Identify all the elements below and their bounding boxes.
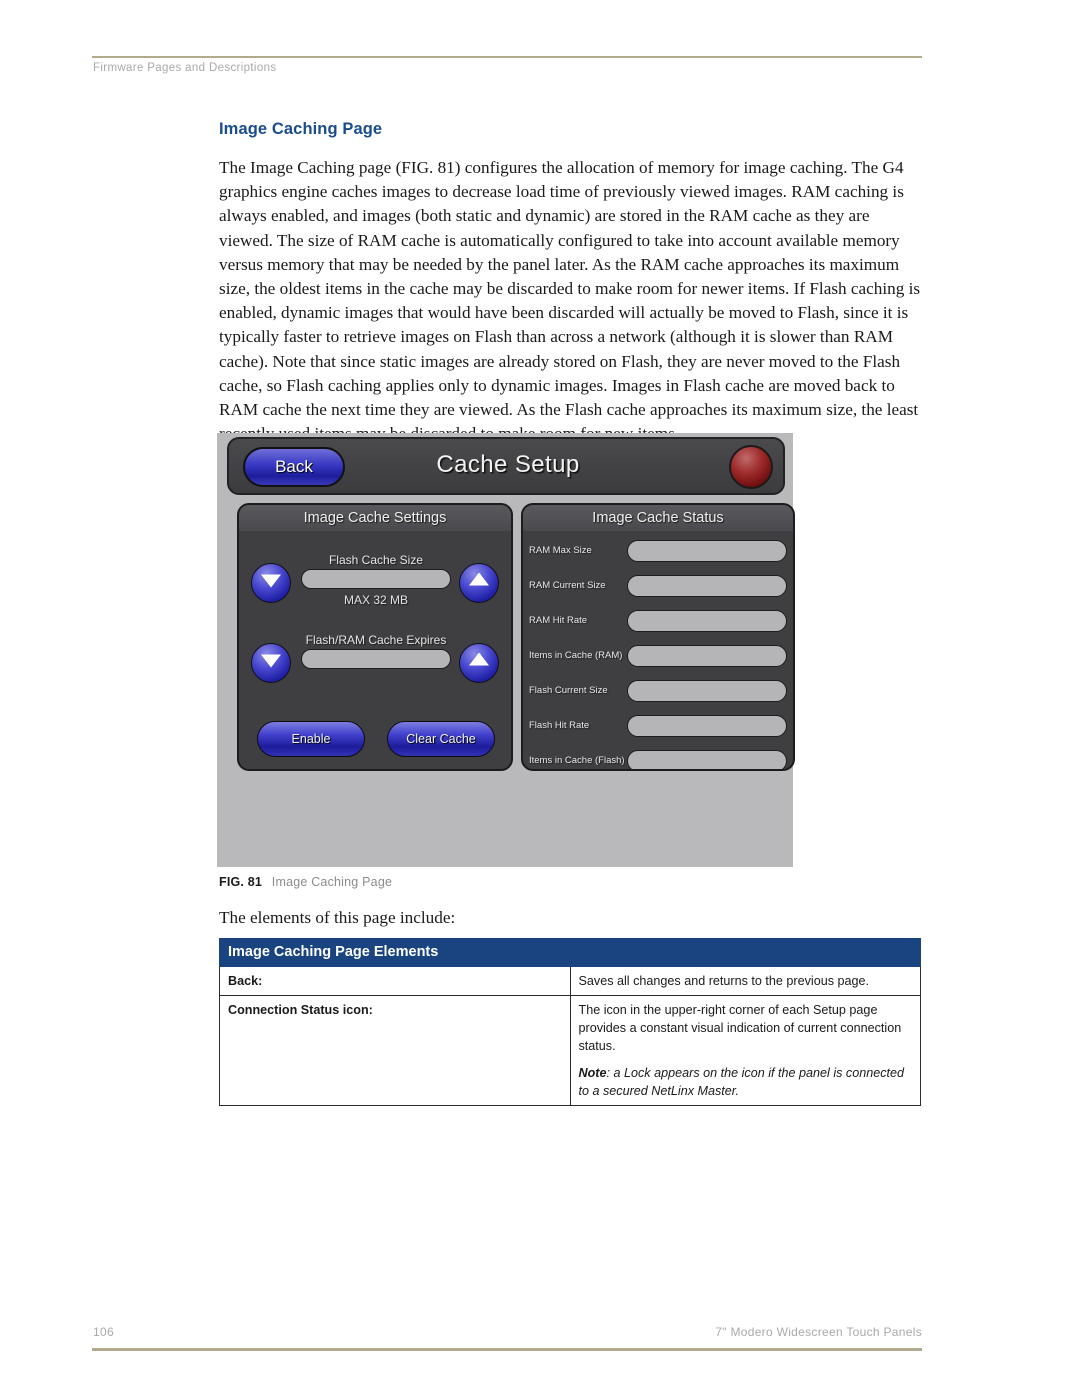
table-desc-back: Saves all changes and returns to the pre… bbox=[569, 966, 921, 996]
flash-current-size-label: Flash Current Size bbox=[529, 685, 608, 696]
ram-current-size-label: RAM Current Size bbox=[529, 580, 606, 591]
status-panel-title: Image Cache Status bbox=[523, 505, 793, 531]
enable-button[interactable]: Enable bbox=[257, 721, 365, 757]
footer-document-title: 7" Modero Widescreen Touch Panels bbox=[715, 1325, 922, 1339]
items-in-cache-flash-value bbox=[627, 750, 787, 769]
figure-number: FIG. 81 bbox=[219, 875, 263, 889]
status-row: RAM Hit Rate bbox=[523, 609, 793, 636]
table-term-connection-status: Connection Status icon: bbox=[219, 995, 571, 1106]
flash-current-size-value bbox=[627, 680, 787, 702]
ram-hit-rate-value bbox=[627, 610, 787, 632]
status-row: RAM Current Size bbox=[523, 574, 793, 601]
ram-hit-rate-label: RAM Hit Rate bbox=[529, 615, 588, 626]
running-header: Firmware Pages and Descriptions bbox=[93, 62, 277, 74]
image-cache-status-panel: Image Cache Status RAM Max Size RAM Curr… bbox=[521, 503, 795, 771]
status-row: Flash Current Size bbox=[523, 679, 793, 706]
note-label: Note bbox=[578, 1066, 607, 1080]
connection-status-note: Note: a Lock appears on the icon if the … bbox=[579, 1064, 913, 1100]
table-desc-connection-status: The icon in the upper-right corner of ea… bbox=[569, 995, 921, 1106]
flash-hit-rate-label: Flash Hit Rate bbox=[529, 720, 590, 731]
flash-cache-size-max-label: MAX 32 MB bbox=[343, 593, 409, 607]
connection-status-icon[interactable] bbox=[729, 445, 773, 489]
status-row: Items in Cache (Flash) bbox=[523, 749, 793, 769]
ram-max-size-value bbox=[627, 540, 787, 562]
footer-page-number: 106 bbox=[93, 1325, 114, 1339]
panel-title: Cache Setup bbox=[436, 451, 580, 478]
status-row: Items in Cache (RAM) bbox=[523, 644, 793, 671]
items-in-cache-flash-label: Items in Cache (Flash) bbox=[529, 755, 625, 766]
clear-cache-button[interactable]: Clear Cache bbox=[387, 721, 495, 757]
connection-status-description: The icon in the upper-right corner of ea… bbox=[578, 1003, 902, 1053]
panel-titlebar: Back Cache Setup bbox=[227, 437, 785, 495]
elements-table: Image Caching Page Elements Back: Saves … bbox=[219, 938, 921, 1106]
flash-cache-size-decrement-button[interactable] bbox=[251, 563, 291, 603]
body-paragraph: The Image Caching page (FIG. 81) configu… bbox=[219, 158, 921, 443]
figure-caption-text: Image Caching Page bbox=[271, 875, 393, 889]
table-row: Connection Status icon: The icon in the … bbox=[219, 995, 921, 1106]
image-cache-settings-panel: Image Cache Settings Flash Cache Size MA… bbox=[237, 503, 513, 771]
cache-expires-decrement-button[interactable] bbox=[251, 643, 291, 683]
table-row: Back: Saves all changes and returns to t… bbox=[219, 966, 921, 996]
figure-image: Back Cache Setup Image Cache Settings Fl… bbox=[217, 433, 795, 867]
cache-expires-label: Flash/RAM Cache Expires bbox=[305, 633, 447, 647]
note-text: : a Lock appears on the icon if the pane… bbox=[578, 1066, 905, 1098]
header-rule bbox=[92, 56, 922, 58]
status-row: Flash Hit Rate bbox=[523, 714, 793, 741]
figure-caption: FIG. 81 Image Caching Page bbox=[219, 875, 392, 889]
cache-expires-field[interactable] bbox=[301, 649, 451, 669]
flash-cache-size-label: Flash Cache Size bbox=[328, 553, 424, 567]
cache-expires-increment-button[interactable] bbox=[459, 643, 499, 683]
ram-current-size-value bbox=[627, 575, 787, 597]
table-header-row: Image Caching Page Elements bbox=[219, 938, 921, 967]
status-row: RAM Max Size bbox=[523, 539, 793, 566]
flash-hit-rate-value bbox=[627, 715, 787, 737]
footer-rule bbox=[92, 1348, 922, 1351]
lead-in-text: The elements of this page include: bbox=[219, 908, 456, 927]
table-title: Image Caching Page Elements bbox=[219, 938, 921, 967]
flash-cache-size-field[interactable] bbox=[301, 569, 451, 589]
touch-panel-screen: Back Cache Setup Image Cache Settings Fl… bbox=[227, 437, 795, 773]
flash-cache-size-increment-button[interactable] bbox=[459, 563, 499, 603]
items-in-cache-ram-value bbox=[627, 645, 787, 667]
settings-panel-title: Image Cache Settings bbox=[239, 505, 511, 531]
ram-max-size-label: RAM Max Size bbox=[529, 545, 592, 556]
items-in-cache-ram-label: Items in Cache (RAM) bbox=[529, 650, 623, 661]
table-term-back: Back: bbox=[219, 966, 571, 996]
page-title: Image Caching Page bbox=[219, 120, 383, 138]
